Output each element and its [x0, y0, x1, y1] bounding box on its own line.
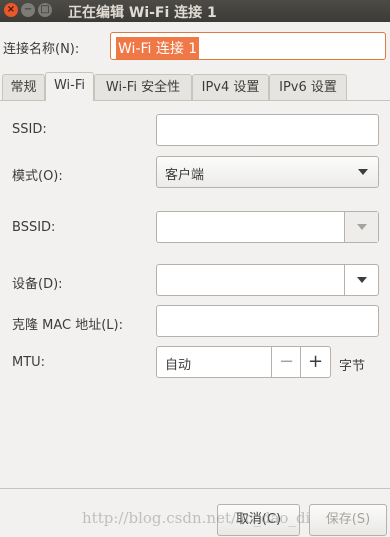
bssid-dropdown-button: [344, 212, 378, 242]
window-titlebar: × − □ 正在编辑 Wi-Fi 连接 1: [0, 0, 390, 22]
mtu-increment-button[interactable]: +: [300, 347, 330, 377]
mtu-spinbutton[interactable]: 自动 − +: [156, 346, 331, 378]
cloned-mac-input[interactable]: [156, 305, 379, 337]
mtu-label: MTU:: [12, 355, 46, 370]
window-title: 正在编辑 Wi-Fi 连接 1: [68, 5, 217, 21]
watermark: http://blog.csdn.net/ac_dao_di: [82, 509, 311, 527]
mtu-decrement-button[interactable]: −: [271, 347, 301, 377]
maximize-icon[interactable]: □: [38, 3, 52, 17]
mode-select[interactable]: 客户端: [156, 156, 379, 188]
close-icon[interactable]: ×: [4, 3, 18, 17]
ssid-label: SSID:: [12, 122, 47, 137]
mode-value: 客户端: [165, 168, 205, 183]
bssid-combo[interactable]: [156, 211, 379, 243]
connection-name-value: Wi-Fi 连接 1: [116, 37, 200, 59]
mtu-unit: 字节: [339, 359, 366, 374]
tab-ipv4[interactable]: IPv4 设置: [192, 74, 269, 100]
tab-bar: 常规 Wi-Fi Wi-Fi 安全性 IPv4 设置 IPv6 设置: [0, 72, 390, 101]
chevron-down-icon: [358, 169, 368, 175]
tab-wifi-security[interactable]: Wi-Fi 安全性: [94, 74, 192, 100]
tab-ipv6[interactable]: IPv6 设置: [269, 74, 347, 100]
device-combo[interactable]: [156, 264, 379, 296]
ssid-input[interactable]: [156, 114, 379, 146]
save-button[interactable]: 保存(S): [309, 504, 387, 536]
bssid-label: BSSID:: [12, 220, 56, 235]
connection-name-input[interactable]: Wi-Fi 连接 1: [110, 32, 386, 60]
cloned-mac-label: 克隆 MAC 地址(L):: [12, 318, 123, 333]
device-dropdown-button[interactable]: [344, 265, 378, 295]
tab-general[interactable]: 常规: [2, 74, 45, 100]
device-label: 设备(D):: [12, 277, 63, 292]
chevron-down-icon: [357, 224, 367, 230]
mode-label: 模式(O):: [12, 169, 63, 184]
mtu-value: 自动: [165, 358, 192, 373]
connection-name-label: 连接名称(N):: [3, 42, 80, 57]
chevron-down-icon: [357, 277, 367, 283]
minimize-icon[interactable]: −: [21, 3, 35, 17]
tab-wifi[interactable]: Wi-Fi: [45, 72, 94, 101]
